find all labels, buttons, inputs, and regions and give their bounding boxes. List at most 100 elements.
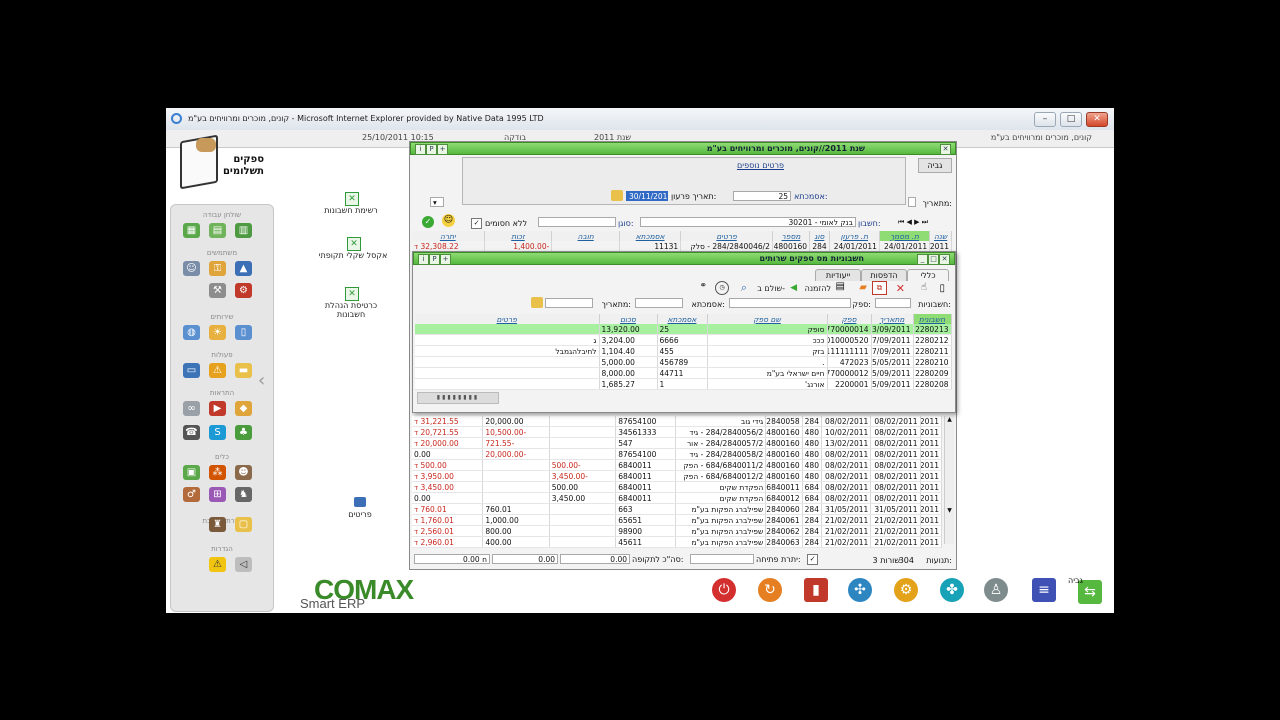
repay-date-input[interactable]: 30/11/2011 [626, 191, 672, 201]
document-list-icon[interactable]: ▯ [235, 325, 252, 340]
window-minimize-icon[interactable]: _ [917, 254, 928, 265]
megaphone-icon[interactable]: ◁ [235, 557, 252, 572]
col-reference[interactable]: אסמכתא [619, 231, 682, 241]
table-row[interactable]: 2011 31/05/2011 31/05/2011 284 2840060 שפילבר… [412, 503, 943, 515]
reference-input[interactable]: 25 [733, 191, 791, 201]
calendar-icon[interactable] [531, 297, 543, 308]
table-row[interactable]: 2011 08/02/2011 08/02/2011 684 6840011 הפקדת … [412, 481, 943, 493]
user-admin-icon[interactable]: ♜ [209, 517, 226, 532]
folder-icon[interactable]: ▬ [235, 363, 252, 378]
user-icon[interactable]: ♙ [984, 578, 1008, 602]
table-row[interactable]: 2011 08/02/2011 08/02/2011 284 2840058 גידי ג… [412, 416, 943, 427]
worker-icon[interactable]: ♂ [183, 487, 200, 502]
table-row[interactable]: 228021207/09/20111010000520כככ66663,204.… [415, 334, 952, 346]
collapse-arrow-icon[interactable]: ‹ [258, 370, 268, 400]
list-icon[interactable]: ≡ [1032, 578, 1056, 602]
col-year[interactable]: שנה [929, 231, 952, 241]
table-row[interactable]: 2280208 05/09/2011 2200001 אורנג' 1 1,685.27 [415, 378, 952, 390]
col-credit[interactable]: זכות [484, 231, 553, 241]
date-from-input[interactable] [908, 197, 916, 207]
puzzle-icon[interactable]: ◆ [235, 401, 252, 416]
col-reference[interactable]: אסמכתא [657, 314, 708, 324]
tab-collect[interactable]: גביה [918, 158, 952, 173]
account-select[interactable]: 30201 - בנק לאומי [640, 217, 856, 227]
invite-button[interactable]: להזמנה [805, 284, 831, 293]
tag-icon[interactable]: ▰ [859, 282, 867, 293]
alert-icon[interactable]: ⚠ [209, 557, 226, 572]
invoices-input[interactable] [875, 298, 911, 308]
laptop-icon[interactable]: ▭ [183, 363, 200, 378]
shortcut-accounts-list[interactable]: רשימת חשבונות [316, 206, 386, 215]
new-doc-icon[interactable]: ▯ [939, 283, 945, 294]
network-people-icon[interactable]: ✣ [848, 578, 872, 602]
table-row[interactable]: 228021107/09/20111111111111בזק4551,104.4… [415, 345, 952, 357]
col-supplier-name[interactable]: שם ספק [707, 314, 828, 324]
users-icon[interactable]: ☺ [183, 261, 200, 276]
keys-icon[interactable]: ⚿ [209, 261, 226, 276]
clock-icon[interactable]: ◷ [715, 281, 729, 295]
minimize-button[interactable]: – [1034, 112, 1056, 127]
sun-icon[interactable]: ☀ [209, 325, 226, 340]
table-row[interactable]: 2011 08/02/2011 08/02/2011 480 4800160 284/28… [412, 448, 943, 460]
table-row[interactable]: 228021323/09/20112770000014סופק2513,920.… [415, 324, 952, 335]
pager-controls[interactable]: ▮▮▮▮▮▮▮▮ [417, 392, 499, 404]
paperclip-icon[interactable]: ∞ [183, 401, 200, 416]
add-icon[interactable]: + [440, 254, 451, 265]
invite-icon[interactable]: ▤ [836, 281, 845, 292]
refresh-icon[interactable]: ↻ [758, 578, 782, 602]
supplier-input[interactable] [729, 298, 851, 308]
grid-icon[interactable]: ⊞ [209, 487, 226, 502]
shortcut-excel-period[interactable]: אקסל שקלי תקופתי [318, 251, 388, 260]
table-row[interactable]: 2011 08/02/2011 08/02/2011 480 4800160 684/68… [412, 470, 943, 482]
phone-icon[interactable]: ☎ [183, 425, 200, 440]
network-icon[interactable]: ⁂ [209, 465, 226, 480]
chart-icon[interactable]: ▲ [235, 261, 252, 276]
col-from-date[interactable]: מתאריך [871, 314, 914, 324]
table-row[interactable]: 2011 08/02/2011 10/02/2011 480 4800160 284/28… [412, 426, 943, 438]
pin-icon[interactable]: i [415, 144, 426, 155]
col-details[interactable]: פרטים [415, 314, 600, 324]
calendar-icon[interactable] [611, 190, 623, 201]
open-balance-input[interactable] [690, 554, 754, 564]
maximize-button[interactable]: □ [1060, 112, 1082, 127]
col-supplier[interactable]: ספק [827, 314, 872, 324]
note-icon[interactable]: ▢ [235, 517, 252, 532]
table-row[interactable]: 2011 21/02/2011 21/02/2011 284 2840062 שפילבר… [412, 525, 943, 537]
table-row[interactable]: 228020905/09/20112770000012חיים ישראלי ב… [415, 367, 952, 379]
skype-icon[interactable]: S [209, 425, 226, 440]
table-row[interactable]: 2011 08/02/2011 08/02/2011 684 6840012 הפקדת … [412, 492, 943, 504]
total-input-3[interactable]: 0.00 ח [414, 554, 490, 564]
table-row[interactable]: 2011 21/02/2011 21/02/2011 284 2840063 שפילבר… [412, 536, 943, 548]
col-number[interactable]: מספר [772, 231, 811, 241]
col-doc-date[interactable]: ת. מסמך [879, 231, 931, 241]
smiley-icon[interactable]: ☺ [442, 214, 455, 227]
window-restore-icon[interactable]: □ [928, 254, 939, 265]
delete-icon[interactable]: ✕ [896, 282, 905, 295]
tab-prints[interactable]: הדפסות [861, 269, 907, 281]
col-type[interactable]: סוג [809, 231, 830, 241]
total-input-1[interactable]: 0.00 [560, 554, 630, 564]
no-blocked-checkbox[interactable]: ✓ [471, 218, 482, 229]
print-icon[interactable]: P [426, 144, 437, 155]
ledger-scrollbar[interactable]: ▲ ▼ [944, 416, 954, 544]
shortcut-ledger-card[interactable]: כרטיסת הנהלת חשבונות [316, 301, 386, 319]
shortcut-items[interactable]: פריטים [325, 510, 395, 519]
arrow-left-icon[interactable]: ◀ [790, 283, 797, 293]
agent-icon[interactable]: ♞ [235, 487, 252, 502]
calculator-icon[interactable]: ▦ [183, 223, 200, 238]
nav-first-icon[interactable]: ⏮ ◀ ▶ ⏭ [898, 218, 928, 227]
dropdown-small[interactable]: ▾ [430, 197, 444, 207]
table-row[interactable]: 2011 21/02/2011 21/02/2011 284 2840061 שפילבר… [412, 514, 943, 526]
col-details[interactable]: פרטים [680, 231, 773, 241]
binoculars-icon[interactable]: ⚭ [699, 281, 707, 291]
tab-general[interactable]: כללי [907, 269, 949, 281]
search-icon[interactable]: ⌕ [741, 281, 747, 295]
col-balance[interactable]: יתרה [412, 231, 485, 241]
people-icon[interactable]: ☻ [235, 465, 252, 480]
paid-in-button[interactable]: שולם ב- [757, 284, 785, 293]
table-row[interactable]: 2011 08/02/2011 13/02/2011 480 4800160 284/28… [412, 437, 943, 449]
gear-icon[interactable]: ⚙ [894, 578, 918, 602]
reference-filter-input[interactable] [635, 298, 683, 308]
col-invoice[interactable]: חשבונית [913, 314, 952, 324]
tree-icon[interactable]: ♣ [235, 425, 252, 440]
